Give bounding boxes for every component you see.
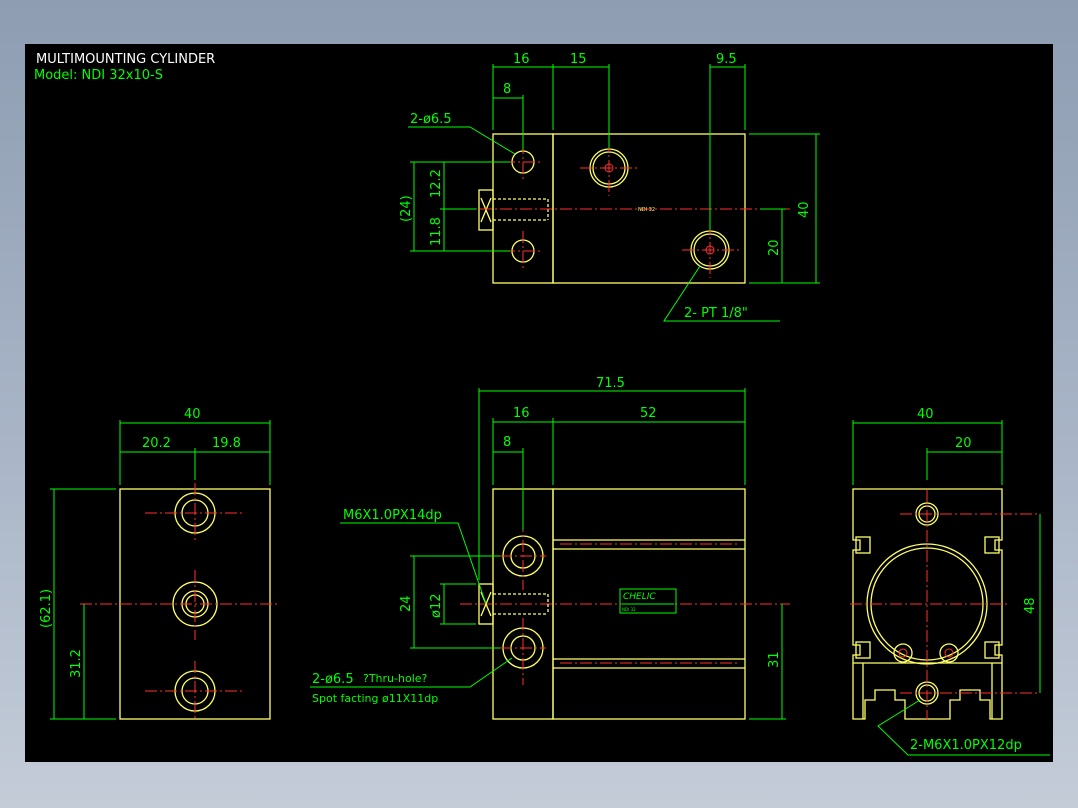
callout-front-holes: 2-ø6.5 — [312, 672, 354, 687]
left-view: 40 20.2 19.8 (62.1) 31.2 — [39, 407, 280, 721]
dim-front-16: 16 — [513, 406, 530, 421]
callout-front-holes-note: ?Thru-hole? — [363, 672, 428, 685]
top-body-label: NDI 32 — [638, 207, 655, 213]
dim-front-24: 24 — [399, 595, 414, 612]
dim-front-31: 31 — [767, 651, 782, 668]
brand-label-small: NDI 32 — [622, 607, 636, 612]
drawing-canvas: MULTIMOUNTING CYLINDER Model: NDI 32x10-… — [25, 44, 1053, 762]
dim-top-12-2: 12.2 — [429, 169, 444, 198]
dim-front-52: 52 — [640, 406, 657, 421]
cad-drawing: MULTIMOUNTING CYLINDER Model: NDI 32x10-… — [34, 52, 1050, 756]
dim-front-8: 8 — [503, 435, 511, 450]
drawing-model: Model: NDI 32x10-S — [34, 68, 163, 83]
dim-top-8: 8 — [503, 82, 511, 97]
front-view: CHELIC NDI 32 71.5 16 52 8 24 ø12 31 M6X… — [310, 376, 790, 720]
dim-left-31-2: 31.2 — [69, 649, 84, 678]
drawing-title: MULTIMOUNTING CYLINDER — [36, 52, 215, 67]
dim-top-24: (24) — [399, 195, 414, 222]
callout-front-thread: M6X1.0PX14dp — [343, 508, 442, 523]
callout-top-holes: 2-ø6.5 — [410, 112, 452, 127]
dim-top-9-5: 9.5 — [716, 52, 737, 67]
dim-top-15: 15 — [570, 52, 587, 67]
brand-label: CHELIC — [623, 592, 656, 602]
callout-front-spot: Spot facting ø11X11dp — [312, 692, 438, 705]
dim-right-20: 20 — [955, 436, 972, 451]
dim-right-48: 48 — [1023, 597, 1038, 614]
callout-top-ports: 2- PT 1/8" — [684, 306, 748, 321]
dim-top-20: 20 — [767, 239, 782, 256]
top-view: NDI 32 16 15 8 9.5 40 20 (24) 12.2 11.8 … — [399, 52, 820, 322]
callout-right-thread: 2-M6X1.0PX12dp — [910, 738, 1022, 753]
dim-top-40: 40 — [797, 201, 812, 218]
right-view: 40 20 48 2-M6X1.0PX12dp — [850, 407, 1050, 756]
dim-left-19-8: 19.8 — [212, 436, 241, 451]
dim-front-71-5: 71.5 — [596, 376, 625, 391]
dim-right-40: 40 — [917, 407, 934, 422]
dim-top-11-8: 11.8 — [429, 217, 444, 246]
dim-front-d12: ø12 — [429, 594, 444, 619]
dim-top-16: 16 — [513, 52, 530, 67]
dim-left-20-2: 20.2 — [142, 436, 171, 451]
dim-left-62-1: (62.1) — [39, 589, 54, 628]
dim-left-40: 40 — [184, 407, 201, 422]
